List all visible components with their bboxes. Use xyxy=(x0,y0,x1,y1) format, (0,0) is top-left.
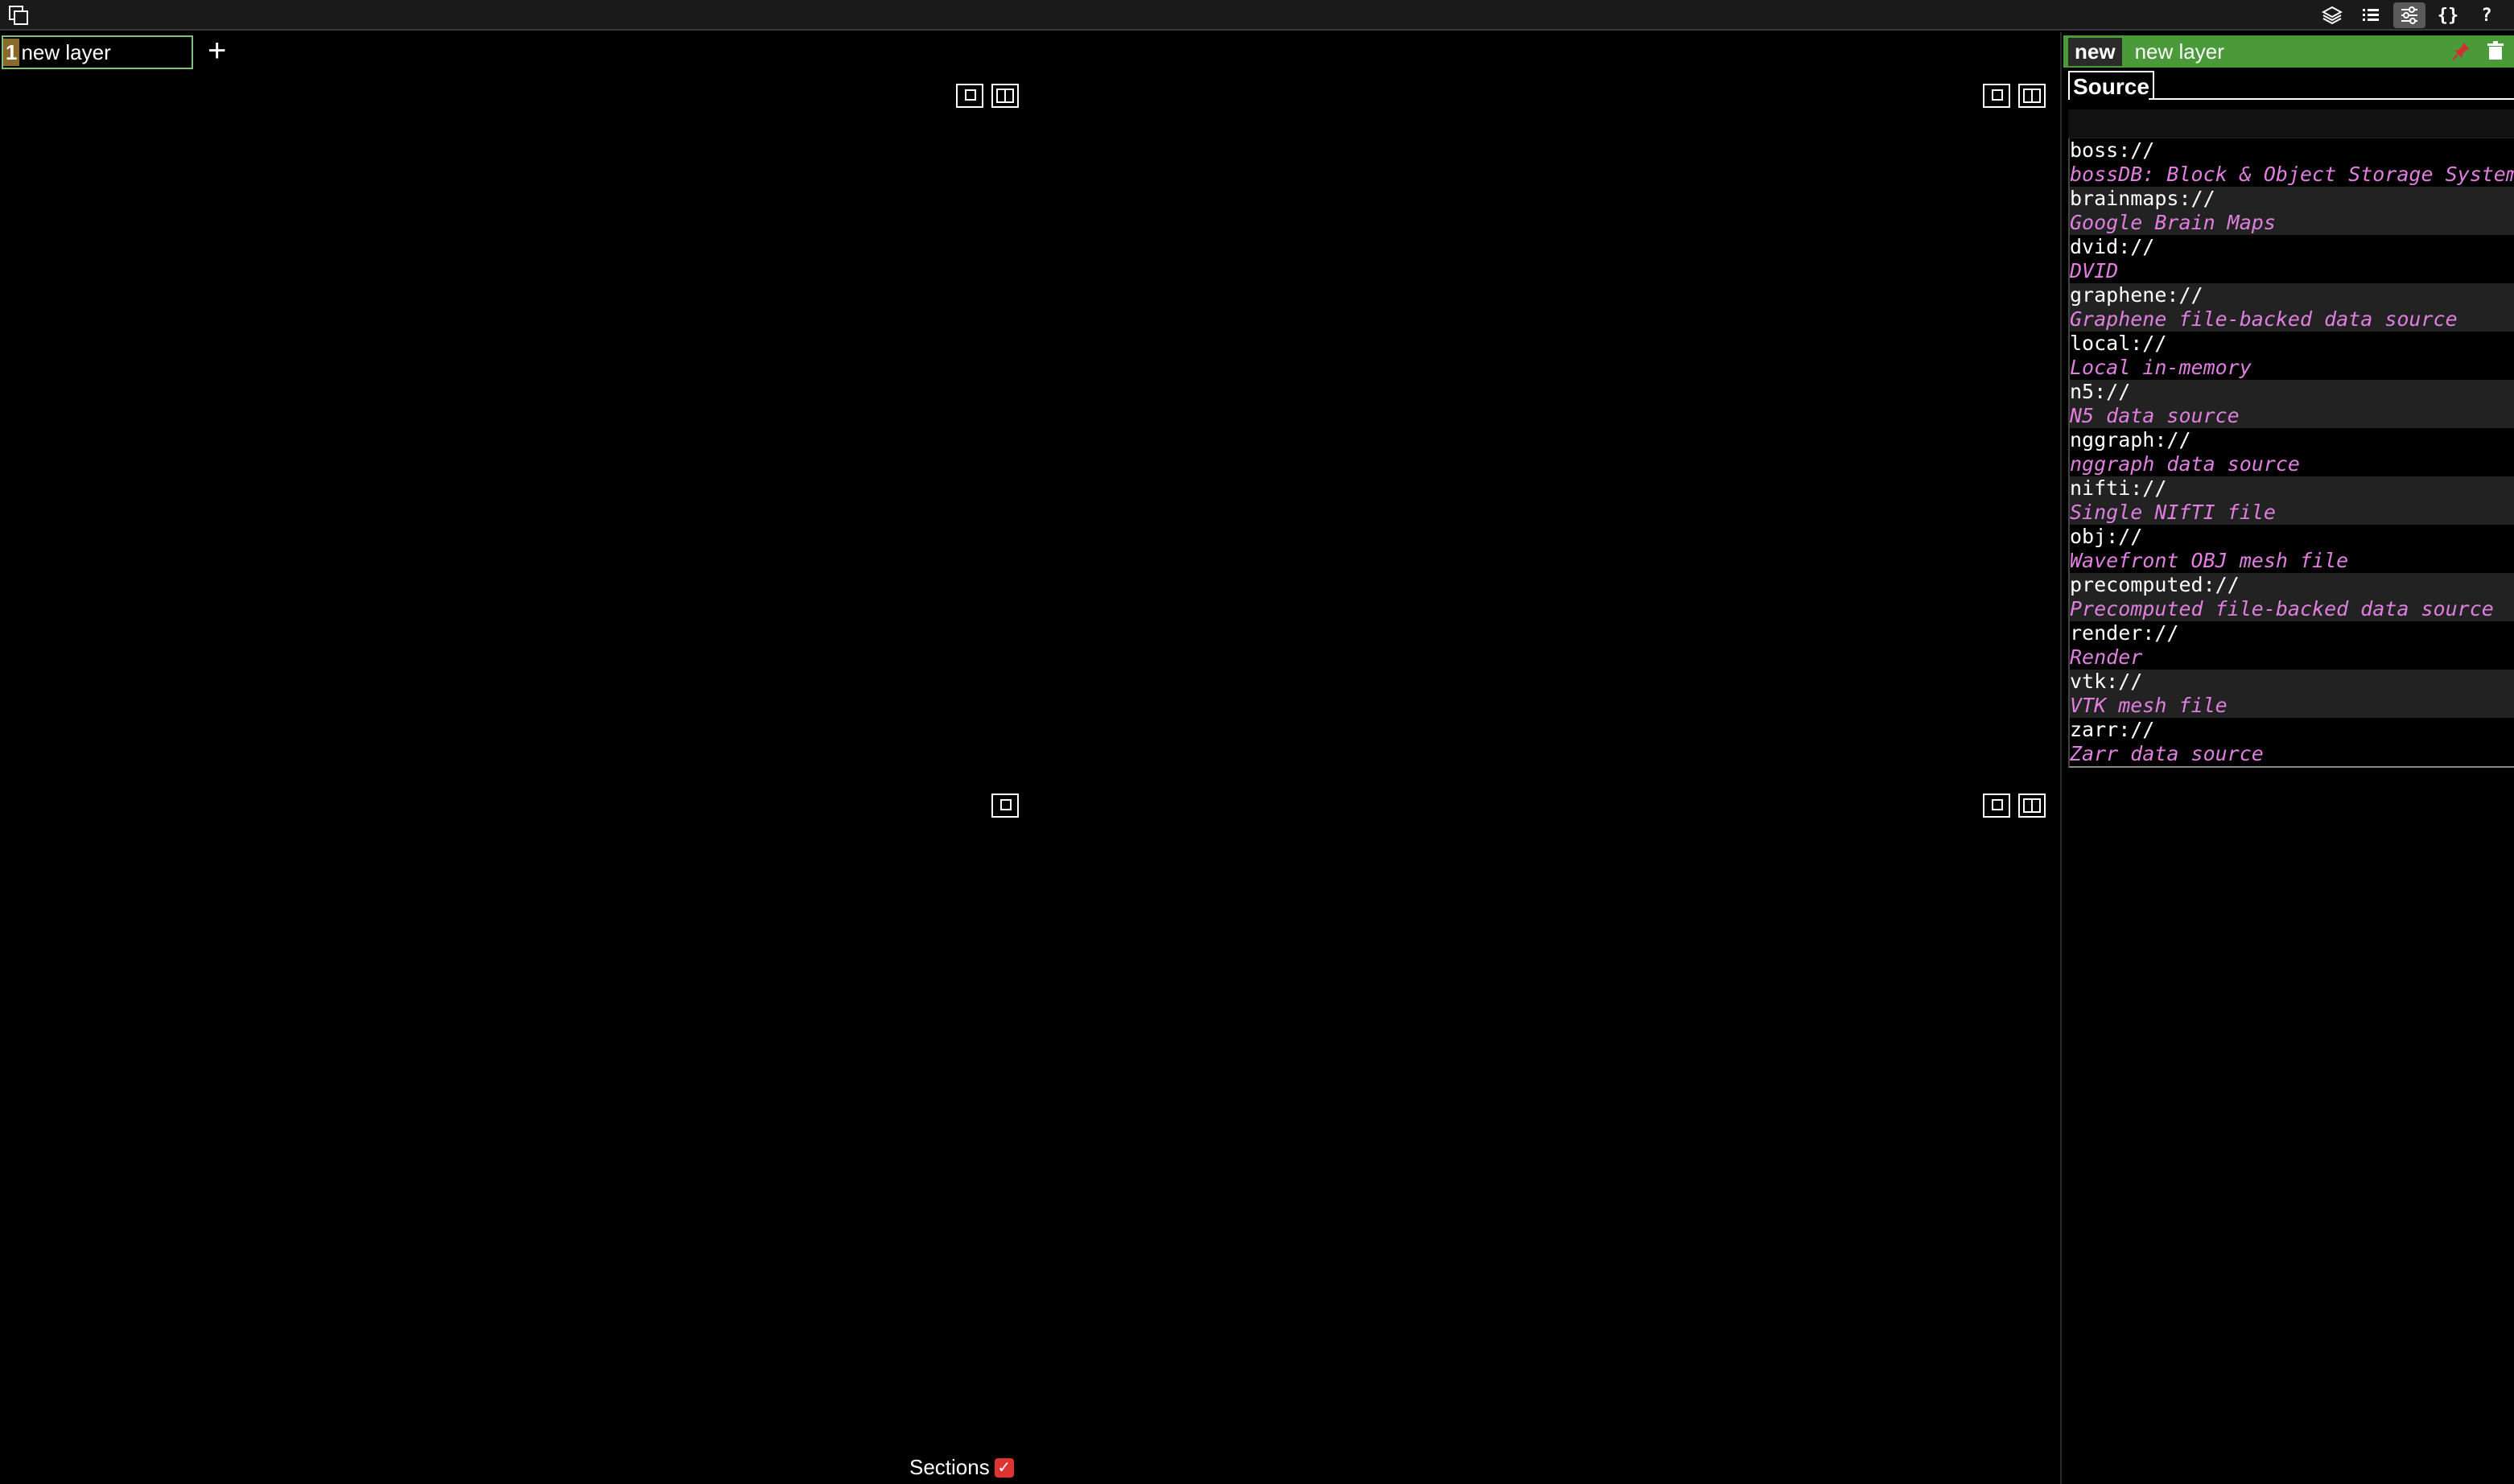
completion-description: Wavefront OBJ mesh file xyxy=(2070,549,2349,572)
completion-item[interactable]: render://Render xyxy=(2070,621,2514,670)
completion-description: Single NIfTI file xyxy=(2070,501,2276,524)
side-panel-tabs: Source xyxy=(2063,68,2514,100)
json-icon[interactable]: {} xyxy=(2432,2,2464,28)
completion-value: local:// xyxy=(2070,332,2167,355)
completion-item[interactable]: nggraph://nggraph data source xyxy=(2070,428,2514,476)
layer-name-label: new layer xyxy=(21,39,111,64)
completion-item[interactable]: n5://N5 data source xyxy=(2070,380,2514,428)
sections-label: Sections xyxy=(909,1455,990,1479)
panel-maximize-button[interactable] xyxy=(1983,794,2010,818)
completion-description: N5 data source xyxy=(2070,404,2240,427)
panel-split-button[interactable] xyxy=(2018,794,2046,818)
sections-checkbox[interactable]: ✓ xyxy=(994,1457,1014,1478)
add-layer-button[interactable]: + xyxy=(208,34,226,68)
completion-description: Local in-memory xyxy=(2070,356,2252,379)
pin-icon[interactable] xyxy=(2451,40,2472,61)
completion-description: DVID xyxy=(2070,259,2119,282)
tab-source[interactable]: Source xyxy=(2068,71,2154,100)
completion-value: boss:// xyxy=(2070,138,2155,162)
completion-item[interactable]: obj://Wavefront OBJ mesh file xyxy=(2070,525,2514,573)
completion-description: Precomputed file-backed data source xyxy=(2070,597,2494,620)
completion-value: render:// xyxy=(2070,621,2179,645)
completion-description: Zarr data source xyxy=(2070,742,2264,765)
completion-description: VTK mesh file xyxy=(2070,694,2228,717)
panel-divider[interactable] xyxy=(2060,32,2062,1484)
completion-value: zarr:// xyxy=(2070,718,2155,741)
trash-icon[interactable] xyxy=(2485,40,2506,61)
layer-side-panel: new new layer Source boss://bossDB: Bloc… xyxy=(2063,35,2514,768)
completion-item[interactable]: vtk://VTK mesh file xyxy=(2070,670,2514,718)
completion-value: vtk:// xyxy=(2070,670,2143,693)
new-badge: new xyxy=(2068,37,2122,66)
completion-value: nifti:// xyxy=(2070,476,2167,500)
side-panel-layer-name[interactable]: new layer xyxy=(2135,39,2224,64)
panel-split-button[interactable] xyxy=(2018,84,2046,108)
completion-value: precomputed:// xyxy=(2070,573,2240,596)
sections-toggle[interactable]: Sections ✓ xyxy=(909,1455,1014,1480)
settings-sliders-icon[interactable] xyxy=(2393,2,2425,28)
help-icon[interactable]: ? xyxy=(2471,2,2503,28)
completion-item[interactable]: local://Local in-memory xyxy=(2070,332,2514,380)
completion-description: Google Brain Maps xyxy=(2070,211,2276,234)
completion-item[interactable]: boss://bossDB: Block & Object Storage Sy… xyxy=(2070,138,2514,187)
source-completions-list: boss://bossDB: Block & Object Storage Sy… xyxy=(2068,138,2514,768)
completion-description: nggraph data source xyxy=(2070,452,2300,476)
source-url-input[interactable] xyxy=(2068,109,2514,138)
completion-item[interactable]: graphene://Graphene file-backed data sou… xyxy=(2070,283,2514,332)
completion-value: dvid:// xyxy=(2070,235,2155,258)
top-toolbar: {} ? xyxy=(0,0,2514,31)
completion-item[interactable]: dvid://DVID xyxy=(2070,235,2514,283)
completion-value: brainmaps:// xyxy=(2070,187,2215,210)
completion-description: Graphene file-backed data source xyxy=(2070,307,2458,331)
layer-chip[interactable]: 1 new layer xyxy=(2,35,193,69)
side-panel-header: new new layer xyxy=(2063,35,2514,68)
completion-value: graphene:// xyxy=(2070,283,2203,307)
panel-maximize-button[interactable] xyxy=(991,794,1019,818)
completion-item[interactable]: zarr://Zarr data source xyxy=(2070,718,2514,766)
completion-item[interactable]: precomputed://Precomputed file-backed da… xyxy=(2070,573,2514,621)
completion-value: obj:// xyxy=(2070,525,2143,548)
completion-description: Render xyxy=(2070,645,2143,669)
layer-number: 1 xyxy=(3,39,20,66)
layers-icon[interactable] xyxy=(2316,2,2348,28)
completion-item[interactable]: brainmaps://Google Brain Maps xyxy=(2070,187,2514,235)
panel-maximize-button[interactable] xyxy=(956,84,983,108)
panel-maximize-button[interactable] xyxy=(1983,84,2010,108)
panel-split-button[interactable] xyxy=(991,84,1019,108)
completion-value: nggraph:// xyxy=(2070,428,2191,451)
layout-toggle-icon[interactable] xyxy=(8,5,29,26)
completion-item[interactable]: nifti://Single NIfTI file xyxy=(2070,476,2514,525)
completion-description: bossDB: Block & Object Storage System xyxy=(2070,163,2514,186)
list-icon[interactable] xyxy=(2355,2,2387,28)
completion-value: n5:// xyxy=(2070,380,2131,403)
